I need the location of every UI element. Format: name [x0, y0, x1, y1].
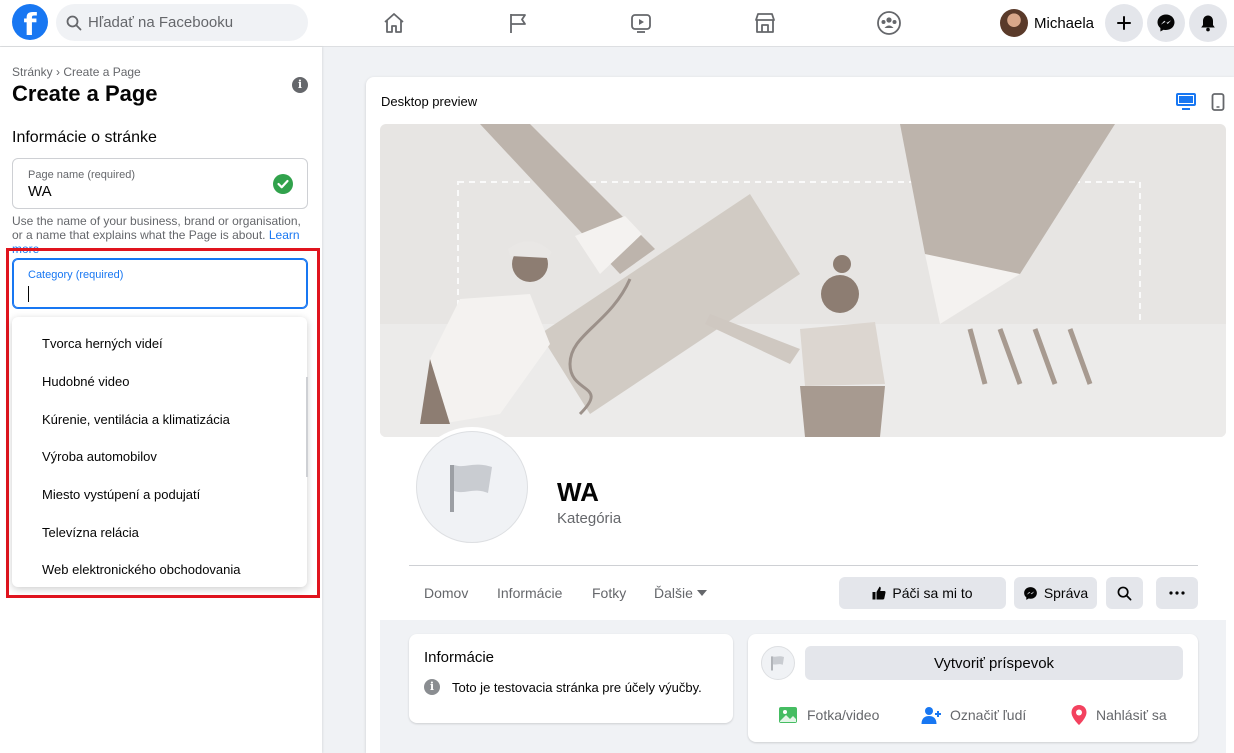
- tab-more-label: Ďalšie: [654, 585, 693, 601]
- section-title: Informácie o stránke: [12, 129, 157, 146]
- category-option[interactable]: Hudobné video: [42, 374, 129, 389]
- category-option[interactable]: Miesto vystúpení a podujatí: [42, 487, 200, 502]
- top-navigation-bar: f Michaela: [0, 0, 1234, 47]
- tag-people-button[interactable]: Označiť ľudí: [920, 704, 1026, 726]
- preview-page-category: Kategória: [557, 510, 622, 527]
- category-option[interactable]: Tvorca herných videí: [42, 336, 163, 351]
- create-post-button[interactable]: Vytvoriť príspevok: [805, 646, 1183, 680]
- category-field[interactable]: Category (required): [12, 258, 308, 309]
- preview-title: Desktop preview: [381, 94, 478, 109]
- profile-button[interactable]: Michaela: [998, 6, 1100, 40]
- category-option[interactable]: Výroba automobilov: [42, 449, 157, 464]
- flag-icon: [771, 656, 784, 671]
- mobile-icon[interactable]: [1211, 93, 1225, 116]
- about-card-title: Informácie: [424, 649, 495, 666]
- info-icon: i: [424, 679, 440, 695]
- messenger-button[interactable]: [1147, 4, 1185, 42]
- messenger-icon: [1157, 14, 1175, 32]
- location-pin-icon: [1071, 705, 1087, 725]
- create-page-panel: Stránky › Create a Page Create a Page i …: [0, 47, 322, 753]
- category-option[interactable]: Web elektronického obchodovania: [42, 562, 241, 577]
- tab-home[interactable]: Domov: [424, 585, 468, 601]
- tag-people-label: Označiť ľudí: [950, 707, 1027, 723]
- search-input[interactable]: [88, 4, 298, 41]
- page-name-label: Page name (required): [28, 169, 136, 181]
- check-icon: [273, 174, 293, 194]
- search-icon: [1117, 586, 1132, 600]
- search-bar[interactable]: [56, 4, 308, 41]
- about-card: Informácie i Toto je testovacia stránka …: [409, 634, 733, 723]
- plus-icon: [1117, 16, 1131, 30]
- preview-page-name: WA: [557, 477, 599, 507]
- photo-icon: [779, 707, 797, 723]
- create-button[interactable]: [1105, 4, 1143, 42]
- more-options-button[interactable]: [1156, 577, 1198, 609]
- messenger-icon: [1023, 586, 1037, 600]
- flag-icon: [450, 464, 492, 512]
- more-icon: [1169, 591, 1185, 595]
- page-title: Create a Page: [12, 81, 158, 106]
- message-button-label: Správa: [1043, 585, 1089, 601]
- notifications-button[interactable]: [1189, 4, 1227, 42]
- text-cursor: [28, 286, 29, 302]
- check-in-label: Nahlásiť sa: [1096, 707, 1167, 723]
- desktop-icon[interactable]: [1176, 93, 1196, 116]
- photo-video-label: Fotka/video: [807, 707, 880, 723]
- tab-photos[interactable]: Fotky: [592, 585, 626, 601]
- page-preview-card: Desktop preview WA Kategória Domov Infor…: [366, 77, 1234, 753]
- page-name-value[interactable]: WA: [28, 183, 52, 200]
- profile-picture-placeholder: [412, 427, 532, 547]
- about-card-description: Toto je testovacia stránka pre účely výu…: [452, 679, 702, 695]
- groups-icon[interactable]: [865, 6, 913, 40]
- divider: [409, 565, 1198, 566]
- avatar: [1000, 9, 1028, 37]
- about-card-row: i Toto je testovacia stránka pre účely v…: [424, 679, 702, 695]
- check-in-button[interactable]: Nahlásiť sa: [1070, 704, 1167, 726]
- photo-video-button[interactable]: Fotka/video: [777, 704, 879, 726]
- search-icon: [66, 15, 82, 31]
- tab-about[interactable]: Informácie: [497, 585, 562, 601]
- facebook-logo[interactable]: f: [12, 4, 48, 40]
- like-button[interactable]: Páči sa mi to: [839, 577, 1006, 609]
- caret-down-icon: [696, 590, 707, 596]
- category-label: Category (required): [28, 269, 124, 281]
- search-page-button[interactable]: [1106, 577, 1143, 609]
- info-icon[interactable]: i: [292, 77, 308, 93]
- like-button-label: Páči sa mi to: [892, 585, 973, 601]
- tag-people-icon: [921, 707, 941, 724]
- page-name-field[interactable]: Page name (required) WA: [12, 158, 308, 209]
- helper-text: Use the name of your business, brand or …: [12, 214, 301, 242]
- tab-more[interactable]: Ďalšie: [654, 585, 707, 601]
- cover-illustration: [380, 124, 1226, 437]
- create-post-card: Vytvoriť príspevok Fotka/video Označiť ľ…: [748, 634, 1198, 742]
- thumbs-up-icon: [872, 586, 886, 600]
- category-option[interactable]: Kúrenie, ventilácia a klimatizácia: [42, 412, 230, 427]
- video-icon[interactable]: [617, 6, 665, 40]
- message-button[interactable]: Správa: [1014, 577, 1097, 609]
- dropdown-scrollbar[interactable]: [306, 377, 308, 477]
- marketplace-icon[interactable]: [741, 6, 789, 40]
- page-avatar: [761, 646, 795, 680]
- flag-icon[interactable]: [494, 6, 542, 40]
- category-dropdown: Tvorca herných videí Hudobné video Kúren…: [12, 317, 307, 587]
- bell-icon: [1201, 15, 1215, 32]
- breadcrumb[interactable]: Stránky › Create a Page: [12, 65, 141, 79]
- profile-name: Michaela: [1034, 14, 1095, 32]
- category-option[interactable]: Televízna relácia: [42, 525, 139, 540]
- home-icon[interactable]: [370, 6, 418, 40]
